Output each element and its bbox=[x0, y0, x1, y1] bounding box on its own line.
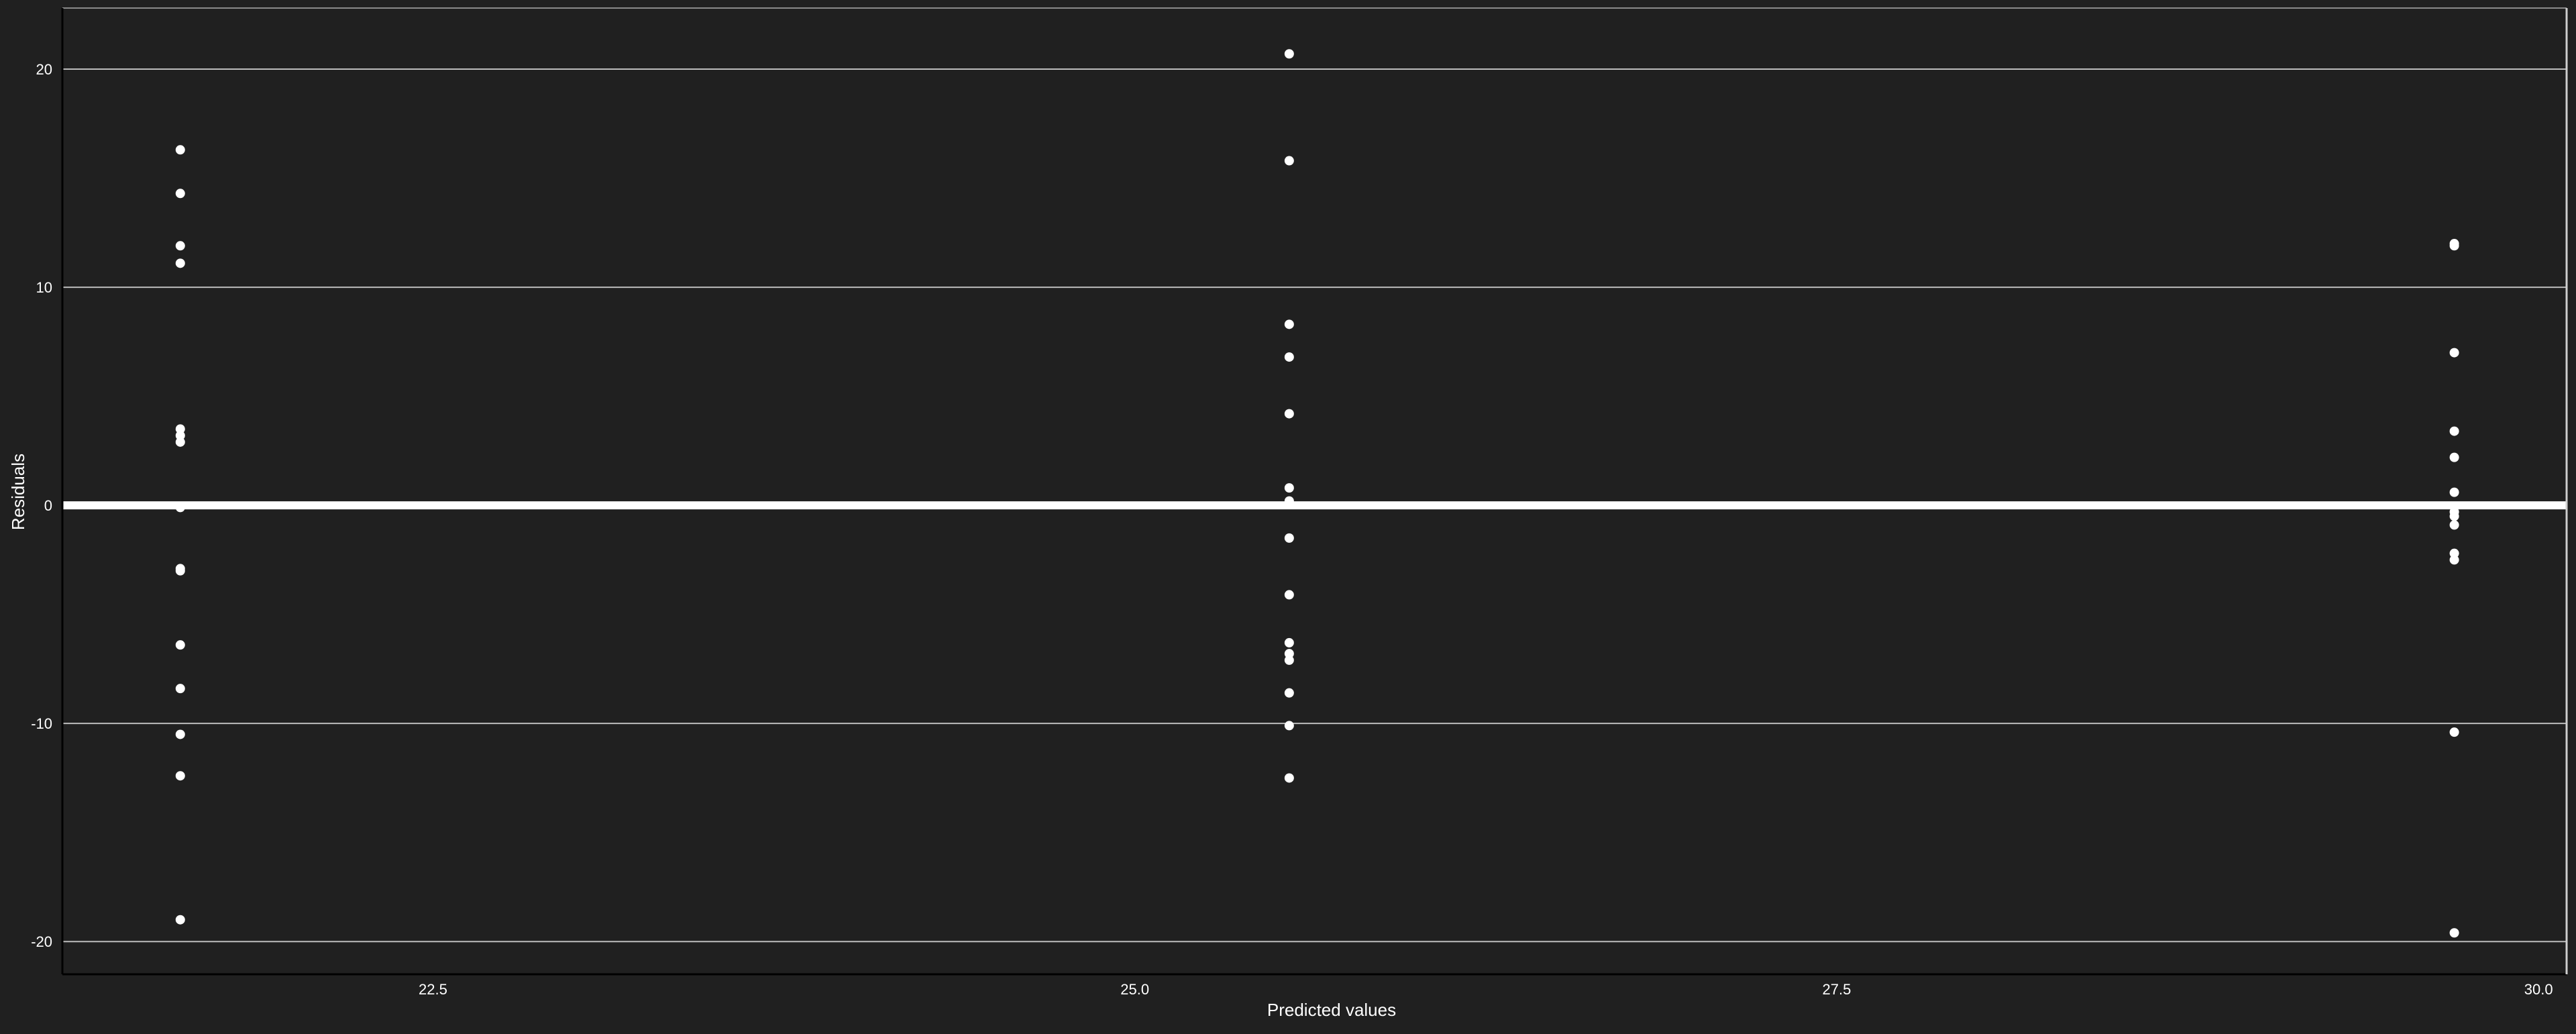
y-tick-label: -20 bbox=[31, 933, 52, 950]
data-point bbox=[2449, 426, 2459, 436]
data-point bbox=[2449, 555, 2459, 565]
data-point bbox=[1284, 483, 1294, 493]
data-point bbox=[1284, 496, 1294, 506]
data-point bbox=[2449, 727, 2459, 737]
data-point bbox=[2449, 487, 2459, 497]
data-point bbox=[1284, 590, 1294, 600]
x-tick-label: 30.0 bbox=[2524, 981, 2553, 998]
data-point bbox=[2449, 928, 2459, 938]
data-point bbox=[1284, 688, 1294, 698]
data-point bbox=[1284, 773, 1294, 783]
chart-canvas: -20 -10 0 10 20 22.5 25.0 27.5 30.0 Predicted va… bbox=[0, 0, 2576, 1031]
data-point bbox=[1284, 49, 1294, 59]
data-point bbox=[1284, 533, 1294, 543]
data-point bbox=[2449, 348, 2459, 358]
data-point bbox=[175, 189, 185, 199]
data-point bbox=[175, 145, 185, 155]
data-point bbox=[175, 729, 185, 739]
chart-background bbox=[0, 0, 2576, 1031]
data-point bbox=[175, 566, 185, 576]
y-tick-label: 0 bbox=[44, 497, 52, 514]
data-point bbox=[175, 640, 185, 650]
data-point bbox=[175, 258, 185, 268]
data-point bbox=[2449, 241, 2459, 251]
x-tick-label: 27.5 bbox=[1822, 981, 1851, 998]
data-point bbox=[1284, 156, 1294, 166]
data-point bbox=[1284, 352, 1294, 362]
y-tick-label: 10 bbox=[36, 279, 52, 296]
data-point bbox=[175, 437, 185, 447]
x-tick-label: 25.0 bbox=[1120, 981, 1149, 998]
y-tick-label: 20 bbox=[36, 61, 52, 78]
data-point bbox=[1284, 637, 1294, 648]
data-point bbox=[175, 915, 185, 925]
data-point bbox=[175, 684, 185, 694]
x-tick-label: 22.5 bbox=[419, 981, 447, 998]
data-point bbox=[1284, 721, 1294, 731]
data-point bbox=[175, 771, 185, 781]
data-point bbox=[2449, 520, 2459, 530]
data-point bbox=[1284, 655, 1294, 665]
data-point bbox=[175, 503, 185, 513]
data-point bbox=[2449, 511, 2459, 521]
data-point bbox=[2449, 452, 2459, 462]
data-point bbox=[1284, 319, 1294, 329]
y-tick-label: -10 bbox=[31, 715, 52, 732]
data-point bbox=[175, 241, 185, 251]
x-axis-label: Predicted values bbox=[1267, 1000, 1396, 1020]
y-axis-label: Residuals bbox=[8, 454, 28, 530]
residual-plot: -20 -10 0 10 20 22.5 25.0 27.5 30.0 Predicted va… bbox=[0, 0, 2576, 1031]
data-point bbox=[1284, 409, 1294, 419]
